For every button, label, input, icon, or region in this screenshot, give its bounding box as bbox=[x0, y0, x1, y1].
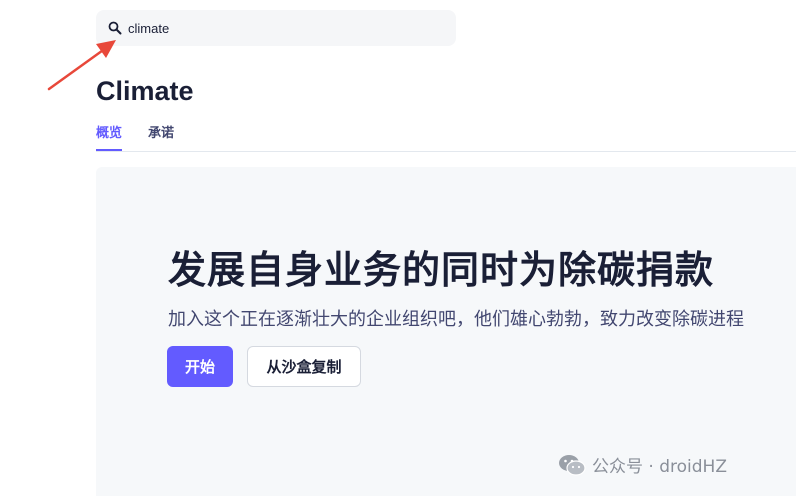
search-icon bbox=[108, 21, 122, 35]
search-bar[interactable] bbox=[96, 10, 456, 46]
search-input[interactable] bbox=[128, 20, 428, 36]
wechat-icon bbox=[559, 454, 586, 476]
watermark: 公众号 · droidHZ bbox=[558, 452, 727, 477]
watermark-text: 公众号 · droidHZ bbox=[592, 457, 727, 477]
start-button[interactable]: 开始 bbox=[167, 346, 233, 387]
page-title: Climate bbox=[96, 76, 194, 106]
hero-panel: 发展自身业务的同时为除碳捐款 加入这个正在逐渐壮大的企业组织吧，他们雄心勃勃，致… bbox=[96, 167, 796, 496]
tab-overview[interactable]: 概览 bbox=[96, 122, 123, 151]
copy-from-sandbox-button[interactable]: 从沙盒复制 bbox=[247, 346, 361, 387]
hero-subtitle: 加入这个正在逐渐壮大的企业组织吧，他们雄心勃勃，致力改变除碳进程 bbox=[168, 309, 744, 330]
hero-title: 发展自身业务的同时为除碳捐款 bbox=[168, 248, 715, 292]
tab-bar: 概览 承诺 bbox=[96, 118, 796, 152]
tab-commitments[interactable]: 承诺 bbox=[148, 122, 174, 149]
